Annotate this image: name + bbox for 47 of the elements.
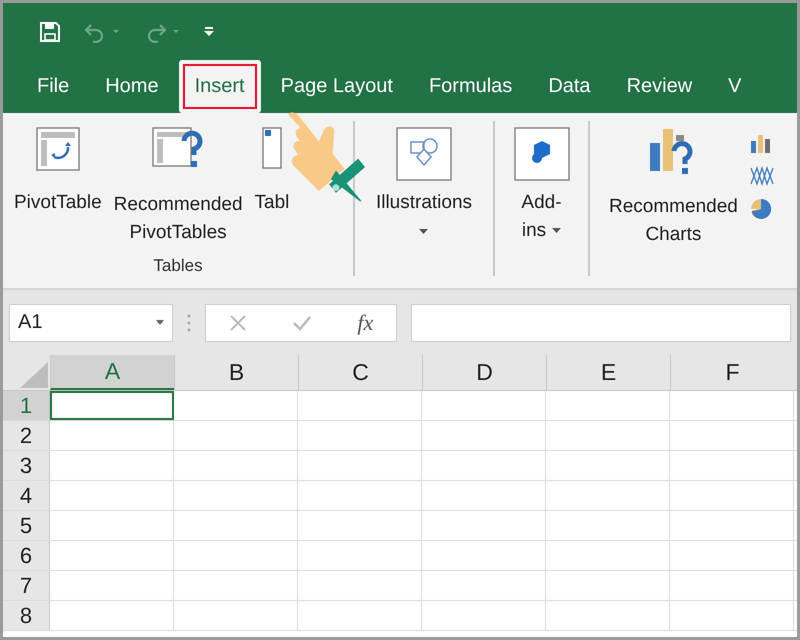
caret-icon	[156, 320, 164, 325]
cube-icon	[514, 127, 570, 181]
cancel-icon[interactable]	[228, 314, 247, 332]
insert-function-button[interactable]: fx	[357, 310, 374, 336]
formula-input[interactable]	[411, 304, 791, 342]
check-icon[interactable]	[292, 314, 312, 330]
row-header[interactable]: 8	[3, 601, 50, 630]
column-header[interactable]: A	[50, 355, 174, 390]
ribbon-button[interactable]: Recommended PivotTables	[108, 121, 248, 256]
ribbon-tab[interactable]: Review	[610, 60, 708, 113]
ribbon-tab[interactable]: Page Layout	[264, 60, 409, 113]
column-header[interactable]: C	[298, 355, 422, 390]
ribbon-button[interactable]: Add- ins	[508, 121, 574, 276]
column-header[interactable]: F	[670, 355, 794, 390]
ribbon-tab[interactable]: Home	[89, 60, 175, 113]
shapes-icon	[396, 127, 452, 181]
row-header[interactable]: 5	[3, 511, 50, 540]
group-label: Tables	[152, 256, 204, 276]
ribbon-tab[interactable]: Insert	[178, 60, 261, 113]
pie-chart-icon[interactable]	[748, 197, 773, 221]
table-icon	[262, 127, 282, 171]
ribbon-tab[interactable]: File	[21, 60, 86, 113]
row-header[interactable]: 7	[3, 571, 50, 600]
pivot-table-icon	[36, 127, 80, 171]
line-chart-icon[interactable]	[748, 165, 775, 187]
row-header[interactable]: 4	[3, 481, 50, 510]
cell[interactable]	[50, 391, 174, 420]
row-header[interactable]: 1	[3, 391, 50, 420]
column-header[interactable]: D	[422, 355, 546, 390]
select-all-icon[interactable]	[18, 362, 48, 388]
customize-caret-icon[interactable]	[203, 26, 215, 38]
column-header[interactable]: E	[546, 355, 670, 390]
ribbon-button[interactable]: PivotTable	[9, 121, 107, 256]
column-chart-icon[interactable]	[748, 133, 773, 155]
ribbon-tab[interactable]: Formulas	[412, 60, 528, 113]
ribbon-tab[interactable]: V	[712, 60, 758, 113]
ribbon-button[interactable]: Recommended Charts	[604, 121, 743, 276]
column-header[interactable]: B	[174, 355, 298, 390]
row-header[interactable]: 2	[3, 421, 50, 450]
save-icon[interactable]	[39, 20, 61, 42]
ribbon-tab[interactable]: Data	[532, 60, 607, 113]
ribbon-button[interactable]: Illustrations	[370, 121, 478, 276]
name-box[interactable]: A1	[9, 304, 173, 342]
ribbon-button[interactable]: Tabl	[250, 121, 294, 256]
row-header[interactable]: 6	[3, 541, 50, 570]
drag-handle-icon[interactable]	[187, 312, 191, 332]
row-header[interactable]: 3	[3, 451, 50, 480]
